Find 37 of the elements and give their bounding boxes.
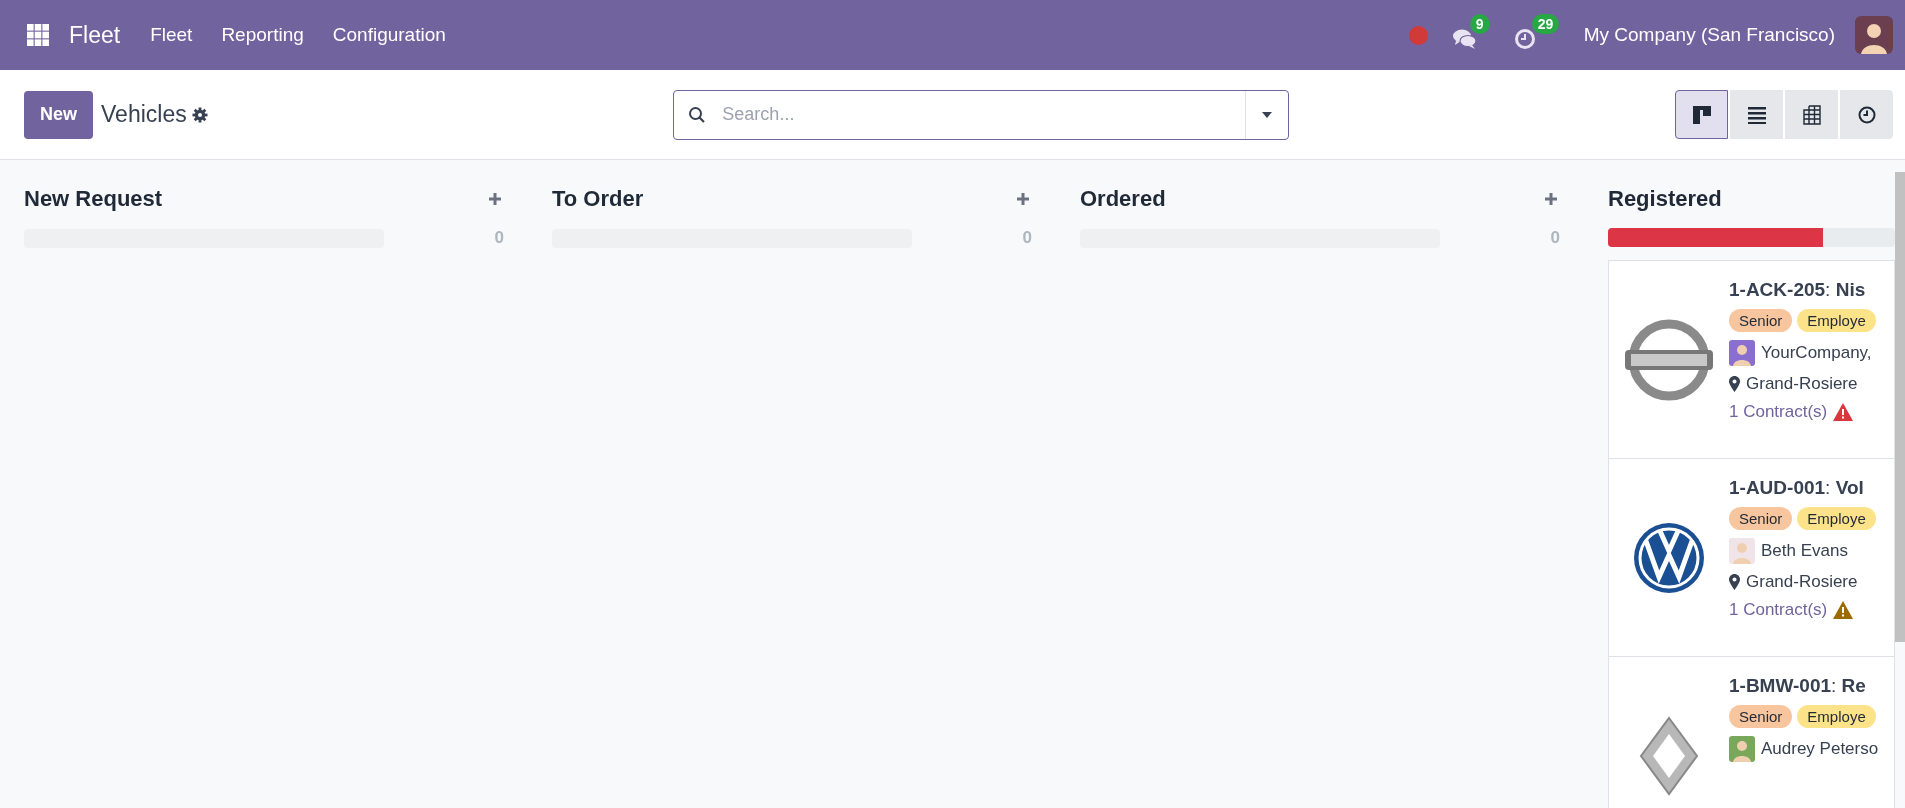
vehicle-card[interactable]: 1-BMW-001: Re Senior Employe Audrey Peterso	[1608, 656, 1895, 808]
contracts-link[interactable]: 1 Contract(s)	[1729, 600, 1828, 620]
vehicle-title: 1-BMW-001: Re	[1729, 675, 1867, 697]
driver-name: YourCompany,	[1761, 343, 1872, 363]
tag: Employe	[1797, 705, 1876, 728]
driver-name: Audrey Peterso	[1761, 739, 1879, 759]
driver-name: Beth Evans	[1761, 541, 1848, 561]
record-count: 0	[494, 228, 504, 248]
breadcrumb-title: Vehicles	[101, 101, 187, 128]
column-title: New Request	[24, 186, 163, 212]
menu-item[interactable]: Fleet	[150, 24, 193, 46]
column-title: Ordered	[1080, 186, 1166, 212]
menu-item[interactable]: Configuration	[332, 24, 446, 46]
location-text: Grand-Rosiere	[1746, 374, 1858, 394]
message-count: 9	[1469, 14, 1490, 34]
menu-item[interactable]: Reporting	[221, 24, 304, 46]
tag: Senior	[1729, 309, 1793, 332]
vehicle-card[interactable]: 1-ACK-205: Nis Senior Employe YourCompany, Grand-Rosiere 1 Contract(s)	[1608, 260, 1895, 459]
search-input[interactable]: Search...	[720, 103, 1246, 126]
record-count: 0	[1022, 228, 1032, 248]
location-text: Grand-Rosiere	[1746, 572, 1858, 592]
column-title: To Order	[552, 186, 644, 212]
activity-count: 29	[1531, 14, 1560, 34]
app-name[interactable]: Fleet	[69, 21, 121, 49]
company-switcher[interactable]: My Company (San Francisco)	[1583, 24, 1835, 46]
vehicle-card[interactable]: 1-AUD-001: Vol Senior Employe Beth Evans Grand-Rosiere 1 Contract(s)	[1608, 458, 1895, 657]
tag: Senior	[1729, 507, 1793, 530]
column-title: Registered	[1608, 186, 1722, 212]
vehicle-title: 1-ACK-205: Nis	[1729, 279, 1867, 301]
tag: Employe	[1797, 309, 1876, 332]
tag: Employe	[1797, 507, 1876, 530]
contracts-link[interactable]: 1 Contract(s)	[1729, 402, 1828, 422]
record-count: 0	[1550, 228, 1560, 248]
tag: Senior	[1729, 705, 1793, 728]
vehicle-title: 1-AUD-001: Vol	[1729, 477, 1865, 499]
search-field[interactable]: Search...	[673, 89, 1290, 140]
new-button[interactable]: New	[24, 90, 93, 139]
